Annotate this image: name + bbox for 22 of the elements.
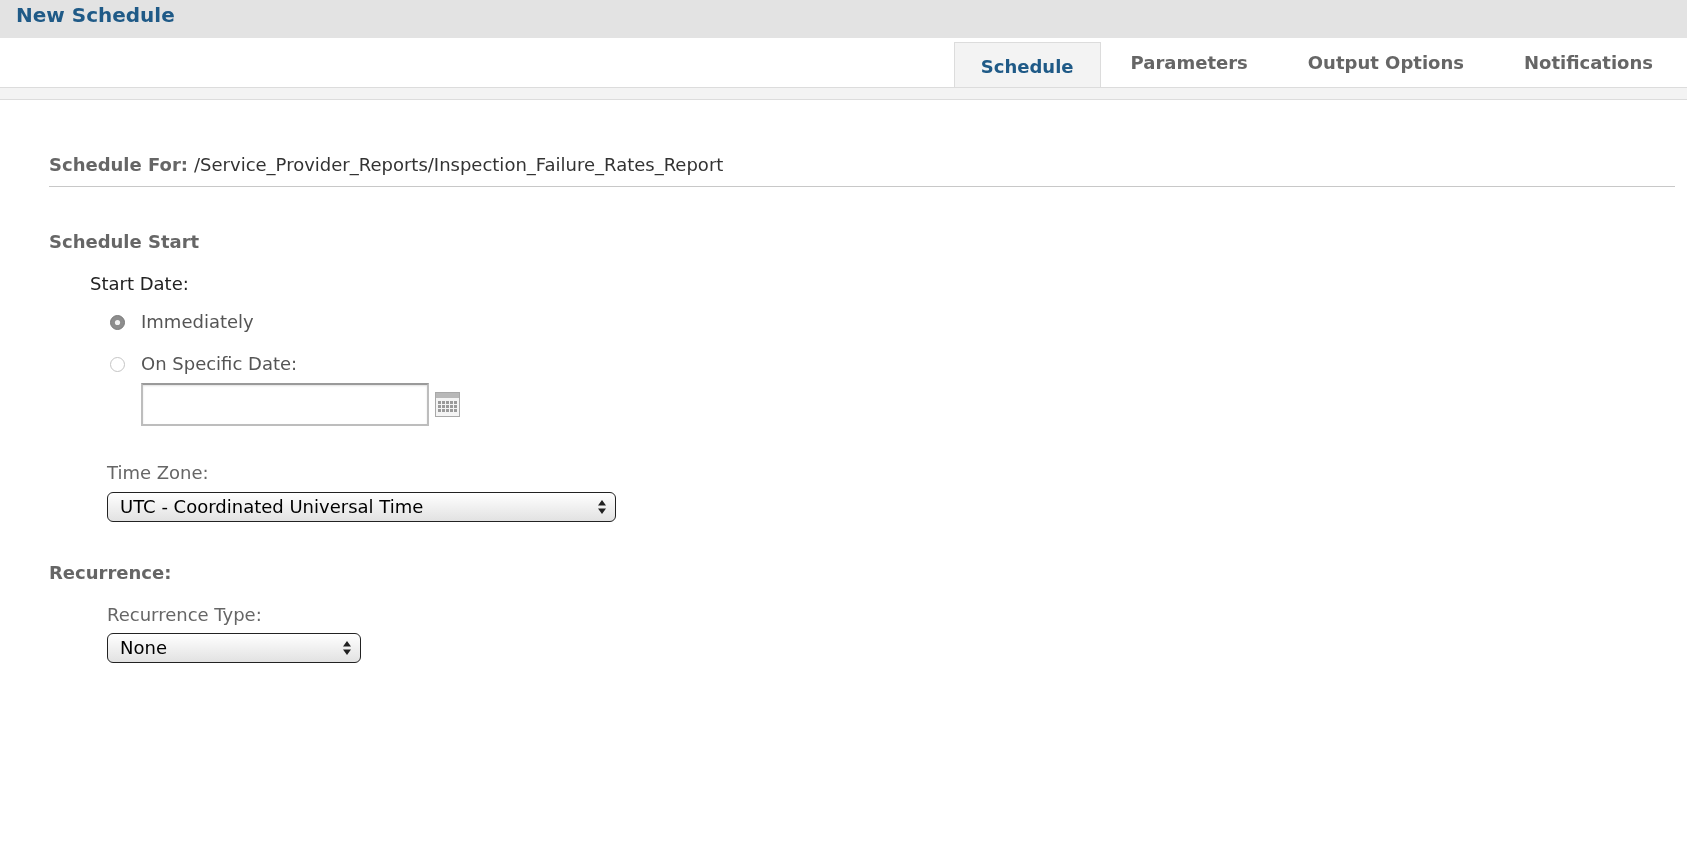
time-zone-label: Time Zone:: [107, 462, 209, 483]
section-heading: Recurrence:: [49, 562, 172, 583]
up-down-arrows-icon: [598, 500, 606, 514]
tab[interactable]: Parameters: [1100, 42, 1278, 87]
option-label[interactable]: On Specific Date:: [141, 354, 298, 374]
up-down-arrows-icon: [343, 641, 351, 655]
page-title: New Schedule: [16, 3, 175, 27]
tab[interactable]: Output Options: [1277, 42, 1494, 87]
recurrence-type-label: Recurrence Type:: [107, 604, 262, 625]
schedule-for-label: Schedule For:: [49, 155, 188, 175]
recurrence-type-select[interactable]: None: [107, 633, 361, 663]
tab[interactable]: Schedule: [953, 42, 1101, 87]
radio-button[interactable]: [110, 314, 125, 330]
calendar-icon[interactable]: [435, 392, 460, 417]
tab[interactable]: Notifications: [1493, 42, 1683, 87]
time-zone-select[interactable]: UTC - Coordinated Universal Time: [107, 492, 616, 522]
report-path: /Service_Provider_Reports/Inspection_Failure_Rates_Report: [194, 155, 724, 175]
section-heading: Schedule Start: [49, 231, 200, 252]
radio-button[interactable]: [110, 356, 125, 372]
start-date-label: Start Date:: [90, 273, 189, 294]
option-label[interactable]: Immediately: [141, 312, 254, 332]
date-input-field[interactable]: [141, 383, 429, 426]
